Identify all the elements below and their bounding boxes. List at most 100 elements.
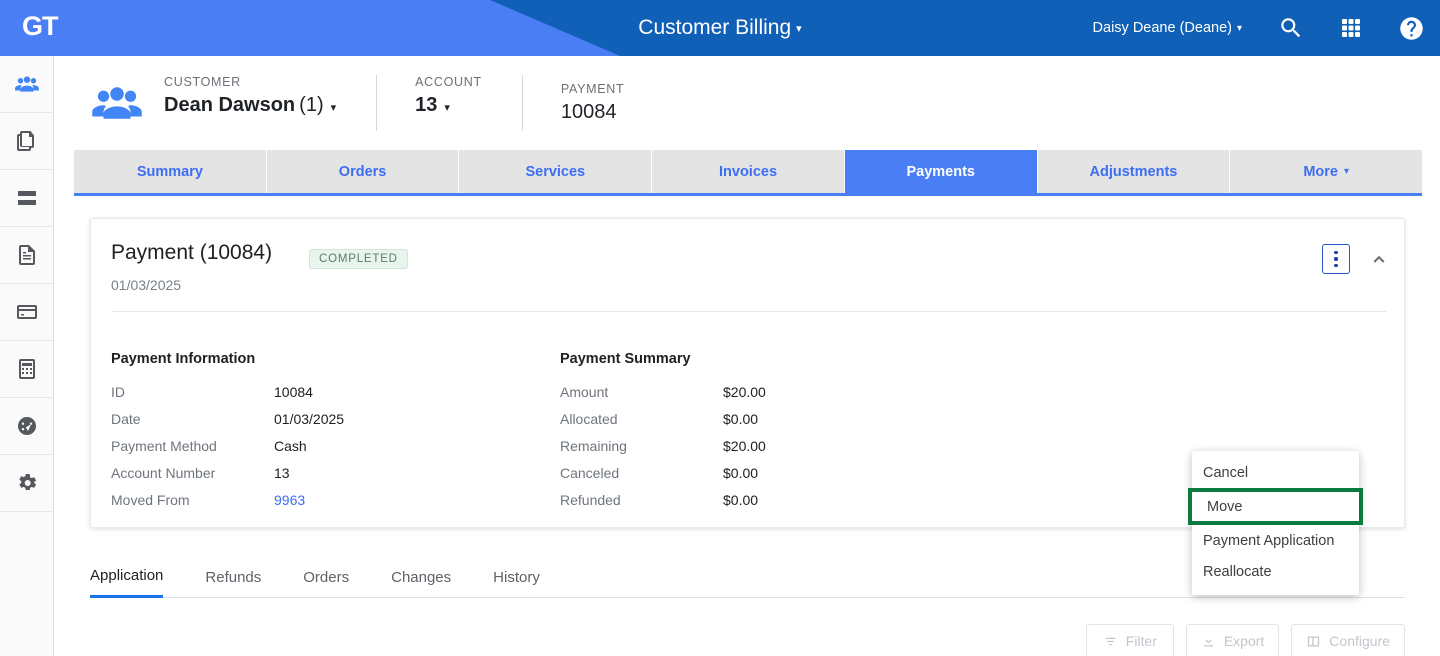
subtab-changes[interactable]: Changes [391, 556, 451, 598]
tab-adjustments[interactable]: Adjustments [1037, 150, 1231, 193]
field-label: ID [111, 384, 125, 400]
field-label: Moved From [111, 492, 190, 508]
menu-item-label: Cancel [1203, 464, 1249, 481]
app-logo[interactable]: GT [22, 11, 58, 42]
sidebar-item-customers[interactable] [0, 56, 54, 113]
customer-count: (1) [299, 94, 324, 116]
section-heading: Payment Summary [560, 351, 691, 367]
breadcrumb-account[interactable]: ACCOUNT 13 ▾ [377, 75, 523, 131]
top-header: GT Customer Billing ▾ Daisy Deane (Deane… [0, 0, 1440, 56]
menu-item-reallocate[interactable]: Reallocate [1192, 556, 1359, 587]
payment-information-section: Payment Information ID 10084 Date 01/03/… [111, 351, 344, 519]
menu-item-cancel[interactable]: Cancel [1192, 457, 1359, 488]
menu-item-payment-application[interactable]: Payment Application [1192, 525, 1359, 556]
filter-button[interactable]: Filter [1085, 624, 1174, 656]
customer-label: CUSTOMER [164, 75, 241, 89]
more-vertical-icon [1334, 250, 1338, 255]
field-value: $0.00 [723, 465, 759, 481]
field-value: 13 [274, 465, 290, 481]
more-vertical-icon [1334, 257, 1338, 261]
help-icon[interactable] [1388, 0, 1434, 56]
field-label: Date [111, 411, 141, 427]
tab-orders[interactable]: Orders [266, 150, 460, 193]
tab-label: Summary [136, 163, 203, 180]
sidebar-item-dashboard[interactable] [0, 398, 54, 455]
menu-item-label: Reallocate [1203, 563, 1272, 580]
subtab-label: Orders [303, 568, 350, 586]
header-diagonal-accent [0, 0, 620, 56]
summary-row: Allocated $0.00 [560, 411, 766, 438]
tab-label: Services [525, 163, 586, 180]
field-label: Account Number [111, 465, 216, 481]
tab-services[interactable]: Services [459, 150, 653, 193]
export-button[interactable]: Export [1185, 624, 1280, 656]
tab-more[interactable]: More ▾ [1230, 150, 1423, 193]
card-actions-menu-button[interactable] [1322, 244, 1350, 274]
columns-icon [1308, 636, 1320, 646]
menu-item-move[interactable]: Move [1188, 488, 1363, 525]
subtab-label: Application [90, 567, 164, 584]
tab-label: Payments [906, 163, 975, 180]
sidebar-item-copies[interactable] [0, 113, 54, 170]
tab-payments[interactable]: Payments [844, 150, 1038, 193]
field-label: Payment Method [111, 438, 217, 454]
table-toolbar: Filter Export Configure [90, 618, 1405, 656]
field-label: Remaining [560, 438, 627, 454]
subtab-history[interactable]: History [493, 556, 540, 598]
subtab-orders[interactable]: Orders [303, 556, 349, 598]
tab-label: More [1303, 163, 1338, 180]
chevron-down-icon[interactable]: ▾ [796, 22, 802, 35]
search-icon[interactable] [1268, 0, 1314, 56]
sidebar-item-payments[interactable] [0, 284, 54, 341]
sidebar-item-documents[interactable] [0, 227, 54, 284]
account-label: ACCOUNT [415, 75, 482, 89]
field-value: Cash [274, 438, 307, 454]
tab-label: Orders [338, 163, 387, 180]
chevron-down-icon[interactable]: ▾ [331, 101, 337, 114]
chevron-down-icon: ▾ [1236, 22, 1242, 34]
account-number: 13 [415, 94, 438, 116]
card-collapse-button[interactable] [1364, 245, 1394, 273]
sidebar-item-settings[interactable] [0, 455, 54, 512]
customer-group-icon [90, 76, 144, 130]
user-menu[interactable]: Daisy Deane (Deane) ▾ [1093, 0, 1242, 56]
card-title: Payment (10084) [111, 241, 273, 264]
subtab-label: Refunds [205, 568, 262, 586]
field-value: $20.00 [723, 384, 766, 400]
tab-summary[interactable]: Summary [74, 150, 267, 193]
field-value: $20.00 [723, 438, 766, 454]
field-value: $0.00 [723, 411, 759, 427]
field-label: Amount [560, 384, 609, 400]
subtab-refunds[interactable]: Refunds [205, 556, 261, 598]
moved-from-link[interactable]: 9963 [274, 492, 305, 508]
summary-row: Canceled $0.00 [560, 465, 766, 492]
info-row: Account Number 13 [111, 465, 344, 492]
summary-row: Refunded $0.00 [560, 492, 766, 519]
breadcrumb-customer[interactable]: CUSTOMER Dean Dawson (1) ▾ [164, 75, 378, 131]
app-title-text: Customer Billing [638, 16, 792, 39]
more-vertical-icon [1334, 263, 1338, 268]
subtab-application[interactable]: Application [90, 556, 164, 598]
apps-grid-icon[interactable] [1328, 0, 1374, 56]
status-badge: COMPLETED [309, 249, 408, 269]
configure-label: Configure [1329, 633, 1390, 649]
sidebar-item-calculator[interactable] [0, 341, 54, 398]
card-date: 01/03/2025 [111, 277, 182, 293]
info-row: ID 10084 [111, 384, 344, 411]
tab-label: Invoices [719, 163, 778, 180]
info-row: Moved From 9963 [111, 492, 344, 519]
info-row: Date 01/03/2025 [111, 411, 344, 438]
chevron-down-icon[interactable]: ▾ [444, 101, 450, 114]
field-value: $0.00 [723, 492, 759, 508]
field-label: Allocated [560, 411, 618, 427]
tab-invoices[interactable]: Invoices [652, 150, 845, 193]
menu-item-label: Move [1207, 498, 1243, 515]
configure-button[interactable]: Configure [1291, 624, 1405, 656]
main-content: CUSTOMER Dean Dawson (1) ▾ ACCOUNT 13 ▾ … [55, 56, 1440, 656]
context-breadcrumb-bar: CUSTOMER Dean Dawson (1) ▾ ACCOUNT 13 ▾ … [55, 56, 1440, 150]
sidebar-item-servers[interactable] [0, 170, 54, 227]
card-divider [111, 311, 1386, 312]
subtab-label: Changes [391, 568, 452, 586]
field-label: Refunded [560, 492, 621, 508]
chevron-up-icon [1373, 255, 1385, 263]
